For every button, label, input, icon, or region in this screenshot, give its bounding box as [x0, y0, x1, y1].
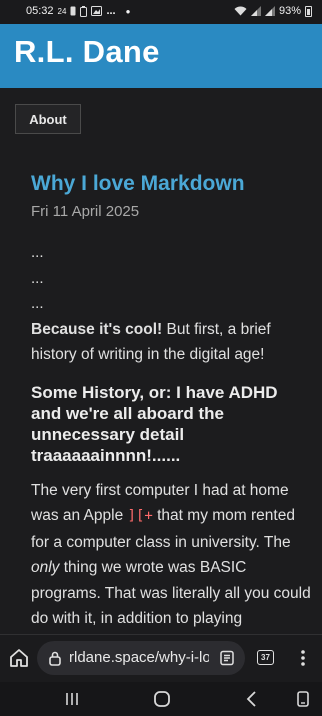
- lock-icon[interactable]: [47, 650, 63, 666]
- signal-icon: [264, 6, 275, 16]
- more-vert-icon[interactable]: [296, 647, 310, 669]
- body-text: thing we wrote was BASIC programs. That …: [31, 559, 311, 627]
- intro-paragraph: Because it's cool! But first, a brief hi…: [31, 317, 311, 368]
- post-date: Fri 11 April 2025: [31, 203, 140, 220]
- gallery-icon: [91, 6, 103, 16]
- dot-icon: ●: [125, 6, 131, 16]
- wifi-icon: [234, 6, 247, 16]
- battery-icon: [305, 5, 312, 17]
- reader-mode-icon[interactable]: [219, 650, 235, 666]
- site-header: R.L. Dane: [0, 24, 322, 88]
- browser-toolbar: rldane.space/why-i-lo 37: [0, 634, 322, 682]
- status-bar: 05:32 24 ... ● 93%: [0, 0, 322, 24]
- rotate-icon[interactable]: [292, 689, 314, 709]
- home-circle-icon[interactable]: [151, 689, 173, 709]
- intro-bold: Because it's cool!: [31, 320, 163, 338]
- url-text[interactable]: rldane.space/why-i-lo: [69, 649, 209, 666]
- data-indicator: 24: [57, 6, 67, 16]
- article: Why I love Markdown Fri 11 April 2025 ..…: [31, 170, 311, 632]
- signal-icon: [250, 6, 261, 16]
- battery-saver-icon: [80, 5, 88, 17]
- address-bar[interactable]: rldane.space/why-i-lo: [37, 641, 245, 675]
- inline-code: ][+: [127, 508, 153, 524]
- body-emphasis: only: [31, 559, 60, 576]
- sim-icon: [70, 6, 76, 16]
- ellipsis-block: ... ... ...: [31, 240, 311, 317]
- tabs-button[interactable]: 37: [257, 650, 274, 665]
- back-icon[interactable]: [241, 689, 263, 709]
- nav-about-button[interactable]: About: [15, 104, 81, 134]
- ellipsis-line: ...: [31, 269, 44, 287]
- home-icon[interactable]: [8, 647, 30, 669]
- status-time: 05:32: [26, 5, 54, 17]
- section-heading: Some History, or: I have ADHD and we're …: [31, 382, 278, 465]
- site-title[interactable]: R.L. Dane: [14, 34, 160, 70]
- body-paragraph: The very first computer I had at home wa…: [31, 478, 311, 632]
- system-nav-bar: [0, 682, 322, 716]
- recents-icon[interactable]: [61, 689, 83, 709]
- battery-percent: 93%: [278, 5, 301, 17]
- post-title[interactable]: Why I love Markdown: [31, 170, 311, 198]
- ellipsis-line: ...: [31, 244, 44, 261]
- more-notifications: ...: [106, 5, 116, 17]
- ellipsis-line: ...: [31, 295, 44, 312]
